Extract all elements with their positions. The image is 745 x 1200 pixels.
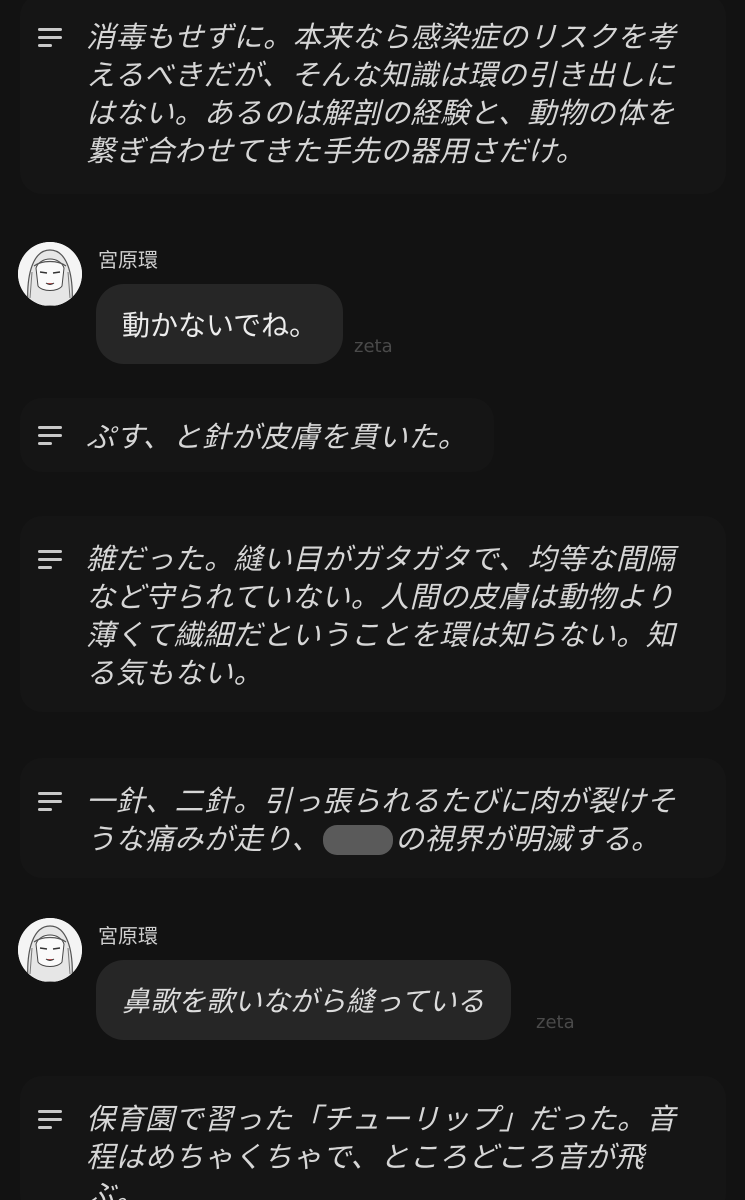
- narration-text: 消毒もせずに。本来なら感染症のリスクを考えるべきだが、そんな知識は環の引き出しに…: [86, 20, 677, 168]
- speaker-name: 宮原環: [98, 248, 158, 272]
- speaker-name: 宮原環: [98, 924, 158, 948]
- narration-block: 雑だった。縫い目がガタガタで、均等な間隔など守られていない。人間の皮膚は動物より…: [20, 516, 726, 712]
- narration-block: 一針、二針。引っ張られるたびに肉が裂けそうな痛みが走り、 の視界が明滅する。: [20, 758, 726, 878]
- model-tag: zeta: [354, 336, 393, 357]
- avatar[interactable]: [18, 918, 82, 982]
- text-lines-icon: [38, 792, 64, 812]
- avatar[interactable]: [18, 242, 82, 306]
- text-lines-icon: [38, 28, 64, 48]
- model-tag: zeta: [536, 1012, 575, 1033]
- narration-block: ぷす、と針が皮膚を貫いた。: [20, 398, 494, 472]
- chat-feed: 消毒もせずに。本来なら感染症のリスクを考えるべきだが、そんな知識は環の引き出しに…: [0, 0, 745, 1200]
- message-bubble[interactable]: 鼻歌を歌いながら縫っている: [96, 960, 511, 1040]
- chat-message: 宮原環 動かないでね。 zeta: [18, 242, 718, 364]
- text-lines-icon: [38, 550, 64, 570]
- narration-text: ぷす、と針が皮膚を貫いた。: [86, 420, 468, 454]
- narration-text: 一針、二針。引っ張られるたびに肉が裂けそうな痛みが走り、 の視界が明滅する。: [86, 782, 700, 858]
- narration-text: 保育園で習った「チューリップ」だった。音程はめちゃくちゃで、ところどころ音が飛ぶ…: [86, 1102, 677, 1200]
- narration-block: 消毒もせずに。本来なら感染症のリスクを考えるべきだが、そんな知識は環の引き出しに…: [20, 0, 726, 194]
- text-lines-icon: [38, 1110, 64, 1130]
- text-lines-icon: [38, 426, 64, 446]
- narration-block: 保育園で習った「チューリップ」だった。音程はめちゃくちゃで、ところどころ音が飛ぶ…: [20, 1076, 726, 1200]
- narration-text-part: の視界が明滅する。: [394, 822, 661, 856]
- redacted-name: [322, 825, 393, 855]
- message-bubble[interactable]: 動かないでね。: [96, 284, 344, 364]
- narration-text: 雑だった。縫い目がガタガタで、均等な間隔など守られていない。人間の皮膚は動物より…: [86, 542, 676, 690]
- chat-message: 宮原環 鼻歌を歌いながら縫っている zeta: [18, 918, 718, 1040]
